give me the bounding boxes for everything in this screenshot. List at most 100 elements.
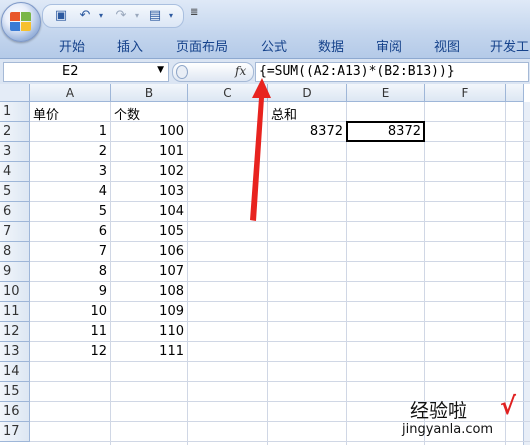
save-icon[interactable]: ▣: [53, 8, 69, 24]
chevron-down-icon[interactable]: ▼: [157, 65, 164, 75]
redo-icon[interactable]: ↷: [113, 8, 129, 24]
insert-function-icon[interactable]: fx: [235, 64, 246, 78]
cell-a12[interactable]: 11: [33, 324, 107, 339]
cell-b10[interactable]: 108: [114, 284, 184, 299]
undo-icon[interactable]: ↶: [77, 8, 93, 24]
row-header-8[interactable]: 8: [0, 242, 30, 262]
column-header-f[interactable]: F: [425, 84, 506, 102]
tab-formulas[interactable]: 公式: [261, 36, 287, 55]
cell-a8[interactable]: 7: [33, 244, 107, 259]
row-header-5[interactable]: 5: [0, 182, 30, 202]
watermark-text: 经验啦: [410, 400, 468, 422]
cell-a6[interactable]: 5: [33, 204, 107, 219]
watermark-check-icon: √: [500, 392, 517, 420]
column-gridline: [110, 102, 111, 445]
cell-b7[interactable]: 105: [114, 224, 184, 239]
cell-a2[interactable]: 1: [33, 124, 107, 139]
row-header-3[interactable]: 3: [0, 142, 30, 162]
qat-dropdown-icon[interactable]: ▾: [163, 8, 179, 24]
tab-page-layout[interactable]: 页面布局: [176, 36, 228, 55]
cell-a13[interactable]: 12: [33, 344, 107, 359]
name-box-value: E2: [62, 64, 79, 79]
cell-b4[interactable]: 102: [114, 164, 184, 179]
cell-d2[interactable]: 8372: [271, 124, 343, 139]
row-gridline: [30, 381, 530, 382]
column-header-d[interactable]: D: [268, 84, 347, 102]
row-header-9[interactable]: 9: [0, 262, 30, 282]
name-box[interactable]: E2 ▼: [3, 62, 169, 82]
column-gridline: [187, 102, 188, 445]
tab-insert[interactable]: 插入: [117, 36, 143, 55]
watermark: 经验啦 √ jingyanla.com: [402, 392, 528, 444]
cell-b1[interactable]: 个数: [114, 104, 184, 123]
customize-qat-icon[interactable]: ≣: [190, 7, 198, 18]
cell-a5[interactable]: 4: [33, 184, 107, 199]
row-header-17[interactable]: 17: [0, 422, 30, 442]
row-gridline: [30, 281, 530, 282]
row-header-6[interactable]: 6: [0, 202, 30, 222]
formula-text: {=SUM((A2:A13)*(B2:B13))}: [259, 64, 455, 79]
row-gridline: [30, 141, 530, 142]
redo-dropdown-icon[interactable]: ▾: [129, 8, 145, 24]
cell-a7[interactable]: 6: [33, 224, 107, 239]
cell-b6[interactable]: 104: [114, 204, 184, 219]
worksheet-grid[interactable]: A B C D E F 1 2 3 4 5 6 7 8 9 10 11 12 13 14 15 16 17 单价 个数 总和 1 10…: [0, 84, 530, 445]
selected-cell-outline: [346, 121, 425, 142]
column-header-c[interactable]: C: [188, 84, 268, 102]
cell-a3[interactable]: 2: [33, 144, 107, 159]
row-header-10[interactable]: 10: [0, 282, 30, 302]
cell-b13[interactable]: 111: [114, 344, 184, 359]
cell-a1[interactable]: 单价: [33, 104, 107, 123]
print-preview-icon[interactable]: ▤: [147, 8, 163, 24]
row-gridline: [30, 261, 530, 262]
quick-access-toolbar: ▣ ↶ ▾ ↷ ▾ ▤ ▾: [42, 4, 184, 28]
column-header-b[interactable]: B: [111, 84, 188, 102]
formula-input[interactable]: {=SUM((A2:A13)*(B2:B13))}: [255, 62, 529, 82]
cell-b11[interactable]: 109: [114, 304, 184, 319]
row-gridline: [30, 341, 530, 342]
cell-b8[interactable]: 106: [114, 244, 184, 259]
cell-a9[interactable]: 8: [33, 264, 107, 279]
cell-b2[interactable]: 100: [114, 124, 184, 139]
tab-data[interactable]: 数据: [318, 36, 344, 55]
row-gridline: [30, 221, 530, 222]
tab-view[interactable]: 视图: [434, 36, 460, 55]
undo-dropdown-icon[interactable]: ▾: [93, 8, 109, 24]
row-header-1[interactable]: 1: [0, 102, 30, 122]
tab-home[interactable]: 开始: [59, 36, 85, 55]
cell-b12[interactable]: 110: [114, 324, 184, 339]
row-header-2[interactable]: 2: [0, 122, 30, 142]
row-header-14[interactable]: 14: [0, 362, 30, 382]
row-header-13[interactable]: 13: [0, 342, 30, 362]
row-gridline: [30, 301, 530, 302]
row-gridline: [30, 321, 530, 322]
row-header-11[interactable]: 11: [0, 302, 30, 322]
cell-b9[interactable]: 107: [114, 264, 184, 279]
row-header-15[interactable]: 15: [0, 382, 30, 402]
ribbon-tabs: 开始 插入 页面布局 公式 数据 审阅 视图 开发工: [0, 30, 530, 59]
row-gridline: [30, 161, 530, 162]
cell-a10[interactable]: 9: [33, 284, 107, 299]
row-header-12[interactable]: 12: [0, 322, 30, 342]
column-header-a[interactable]: A: [30, 84, 111, 102]
cell-b3[interactable]: 101: [114, 144, 184, 159]
row-gridline: [30, 201, 530, 202]
title-bar: ▣ ↶ ▾ ↷ ▾ ▤ ▾ ≣: [0, 0, 530, 42]
row-gridline: [30, 241, 530, 242]
formula-bar-resize-handle[interactable]: [176, 65, 188, 79]
row-header-16[interactable]: 16: [0, 402, 30, 422]
cell-a4[interactable]: 3: [33, 164, 107, 179]
office-button[interactable]: [1, 2, 41, 42]
row-header-7[interactable]: 7: [0, 222, 30, 242]
cell-d1[interactable]: 总和: [271, 104, 343, 123]
office-logo-icon: [10, 12, 32, 32]
tab-review[interactable]: 审阅: [376, 36, 402, 55]
cell-a11[interactable]: 10: [33, 304, 107, 319]
cell-b5[interactable]: 103: [114, 184, 184, 199]
row-header-4[interactable]: 4: [0, 162, 30, 182]
tab-developer[interactable]: 开发工: [490, 36, 529, 55]
watermark-url: jingyanla.com: [402, 422, 494, 437]
select-all-corner[interactable]: [0, 84, 30, 102]
column-header-partial[interactable]: [506, 84, 524, 102]
column-header-e[interactable]: E: [347, 84, 425, 102]
